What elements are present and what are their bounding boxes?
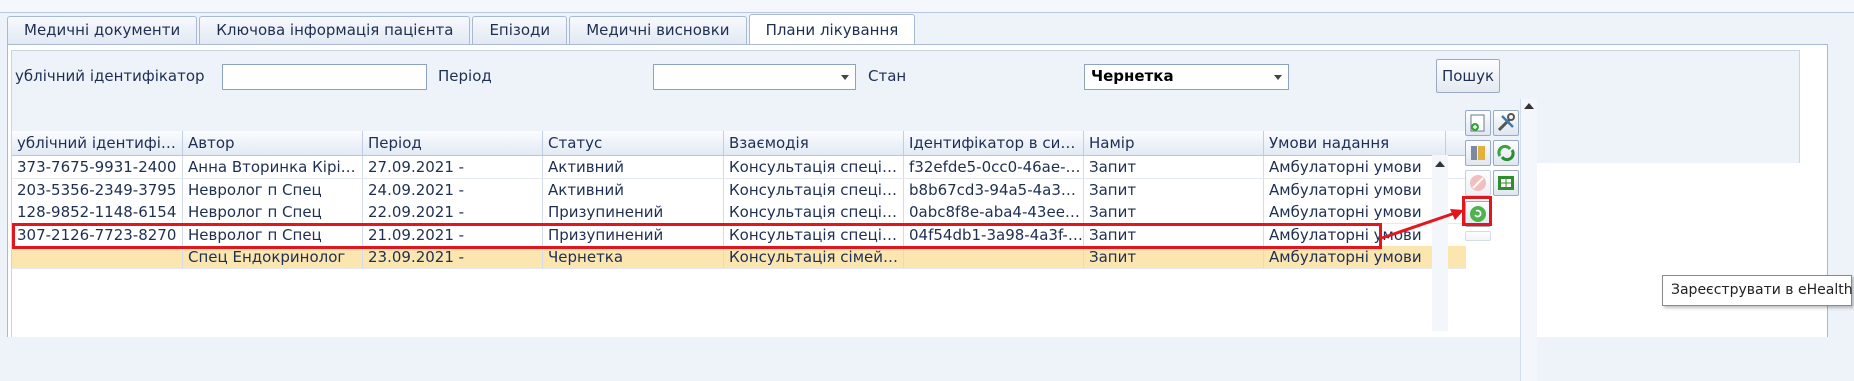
column-header-status[interactable]: Статус: [543, 131, 724, 155]
annotation-arrow: [1381, 209, 1464, 240]
table-button[interactable]: [1493, 170, 1519, 196]
cell-intent: Запит: [1084, 178, 1264, 201]
cell-conditions: Амбулаторні умови: [1264, 156, 1446, 178]
cell-author: Анна Вторинка Кірієнко: [183, 156, 363, 178]
table-row[interactable]: 203-5356-2349-3795 Невролог п Спец 24.09.2…: [12, 178, 1466, 202]
tab-bar: Медичні документи Ключова інформація пац…: [7, 14, 917, 45]
cell-ehealth-id: f32efde5-0cc0-46ae-b839-4...: [904, 156, 1084, 178]
column-header-period[interactable]: Період: [363, 131, 543, 155]
column-header-public-id[interactable]: ублічний ідентифікатор: [12, 131, 183, 155]
cell-author: Невролог п Спец: [183, 223, 363, 246]
public-id-input[interactable]: [222, 64, 427, 90]
cell-conditions: Амбулаторні умови: [1264, 178, 1446, 201]
cell-id: 373-7675-9931-2400: [12, 156, 183, 178]
refresh-link-button[interactable]: [1493, 140, 1519, 166]
tab-key-patient-info[interactable]: Ключова інформація пацієнта: [199, 16, 471, 44]
cell-intent: Запит: [1084, 156, 1264, 178]
table-row-selected[interactable]: Спец Ендокринолог 23.09.2021 - Чернетка Кон…: [12, 246, 1466, 269]
state-label: Стан: [868, 67, 907, 85]
tab-episodes[interactable]: Епізоди: [472, 16, 568, 44]
chevron-down-icon: [1274, 75, 1282, 80]
cell-author: Невролог п Спец: [183, 178, 363, 201]
cancel-button[interactable]: [1465, 170, 1491, 196]
cell-status: Активний: [543, 178, 724, 201]
table-row[interactable]: 373-7675-9931-2400 Анна Вторинка Кірієнко…: [12, 156, 1466, 179]
column-header-ehealth-id[interactable]: Ідентифікатор в системі "eHe: [904, 131, 1084, 155]
window-top-strip: [0, 0, 1854, 13]
cell-period: 27.09.2021 -: [363, 156, 543, 178]
table-row[interactable]: 307-2126-7723-8270 Невролог п Спец 21.09.2…: [12, 223, 1466, 247]
cell-interaction: Консультація спеціаліста С...: [724, 223, 904, 246]
cell-status: Активний: [543, 156, 724, 178]
panel-scrollbar[interactable]: [1520, 99, 1537, 381]
treatment-plans-table: ублічний ідентифікатор Автор Період Стат…: [11, 131, 1466, 337]
refresh-link-icon: [1497, 144, 1515, 162]
cell-status: Призупинений: [543, 201, 724, 223]
cell-status: Призупинений: [543, 223, 724, 246]
table-icon: [1498, 176, 1514, 190]
tools-button[interactable]: [1493, 110, 1519, 136]
tab-medical-conclusions[interactable]: Медичні висновки: [569, 16, 747, 44]
cell-id: 307-2126-7723-8270: [12, 223, 183, 246]
period-label: Період: [438, 67, 492, 85]
cell-id: 203-5356-2349-3795: [12, 178, 183, 201]
book-icon: [1471, 146, 1485, 160]
period-dropdown[interactable]: [653, 64, 856, 90]
cell-intent: Запит: [1084, 201, 1264, 223]
column-header-author[interactable]: Автор: [183, 131, 363, 155]
cell-period: 24.09.2021 -: [363, 178, 543, 201]
cell-id: [12, 246, 183, 268]
column-header-intent[interactable]: Намір: [1084, 131, 1264, 155]
cell-period: 21.09.2021 -: [363, 223, 543, 246]
state-dropdown[interactable]: Чернетка: [1084, 64, 1289, 90]
register-ehealth-icon: [1470, 206, 1486, 222]
table-row[interactable]: 128-9852-1148-6154 Невролог п Спец 22.09.2…: [12, 201, 1466, 224]
new-document-button[interactable]: [1465, 110, 1491, 136]
cell-intent: Запит: [1084, 246, 1264, 268]
scroll-up-icon[interactable]: [1435, 161, 1445, 167]
cancel-icon: [1470, 175, 1486, 191]
cell-ehealth-id: b8b67cd3-94a5-4a35-ae5b-...: [904, 178, 1084, 201]
column-header-interaction[interactable]: Взаємодія: [724, 131, 904, 155]
chevron-down-icon: [841, 75, 849, 80]
tab-treatment-plans[interactable]: Плани лікування: [748, 14, 916, 45]
cell-ehealth-id: 0abc8f8e-aba4-43ee-b3f7-1...: [904, 201, 1084, 223]
cell-period: 22.09.2021 -: [363, 201, 543, 223]
state-value: Чернетка: [1091, 67, 1174, 85]
tools-icon: [1497, 113, 1515, 132]
public-id-label: ублічний ідентифікатор: [15, 67, 205, 85]
cell-interaction: Консультація сімейного лік...: [724, 246, 904, 268]
treatment-plans-panel: ублічний ідентифікатор Період Стан Черне…: [7, 44, 1828, 381]
register-tooltip: Зареєструвати в eHealth: [1662, 275, 1853, 306]
cell-status: Чернетка: [543, 246, 724, 268]
book-button[interactable]: [1465, 140, 1491, 166]
new-document-icon: [1470, 114, 1485, 132]
cell-period: 23.09.2021 -: [363, 246, 543, 268]
cell-interaction: Консультація спеціаліста С...: [724, 156, 904, 178]
cell-intent: Запит: [1084, 223, 1264, 246]
cell-interaction: Консультація спеціаліста С...: [724, 178, 904, 201]
table-header: ублічний ідентифікатор Автор Період Стат…: [12, 131, 1466, 156]
tab-medical-documents[interactable]: Медичні документи: [7, 16, 198, 44]
search-button[interactable]: Пошук: [1436, 59, 1500, 93]
cell-author: Спец Ендокринолог: [183, 246, 363, 268]
cell-id: 128-9852-1148-6154: [12, 201, 183, 223]
cell-ehealth-id: 04f54db1-3a98-4a3f-b785-7...: [904, 223, 1084, 246]
column-header-conditions[interactable]: Умови надання: [1264, 131, 1446, 155]
scroll-up-icon[interactable]: [1524, 103, 1534, 109]
cell-author: Невролог п Спец: [183, 201, 363, 223]
cell-ehealth-id: [904, 246, 1084, 268]
cell-interaction: Консультація спеціаліста С...: [724, 201, 904, 223]
